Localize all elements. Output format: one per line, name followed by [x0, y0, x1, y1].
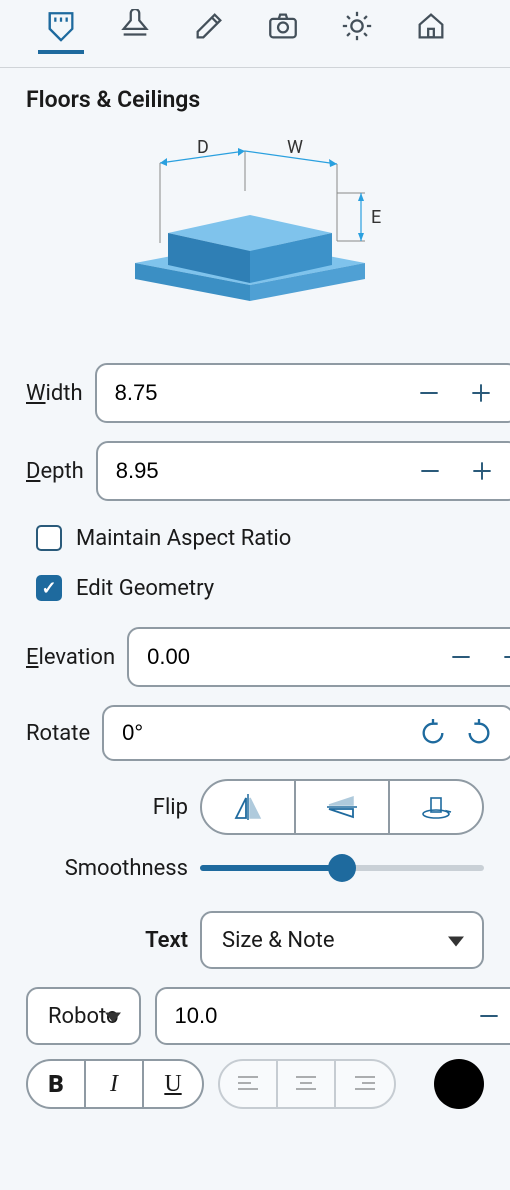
- depth-label: Depth: [26, 459, 84, 484]
- caret-down-icon: [448, 928, 464, 953]
- tab-light[interactable]: [338, 14, 376, 52]
- text-mode-value: Size & Note: [222, 928, 335, 953]
- floor-diagram: D W E: [0, 123, 510, 363]
- tab-measure[interactable]: [42, 14, 80, 52]
- edit-geometry-label: Edit Geometry: [76, 576, 214, 601]
- depth-stepper: [96, 441, 510, 501]
- tab-home[interactable]: [412, 14, 450, 52]
- elevation-stepper: [127, 627, 510, 687]
- caret-down-icon: [105, 1004, 121, 1029]
- elevation-input[interactable]: [147, 644, 435, 670]
- flip-rotate-3d-button[interactable]: [390, 781, 482, 833]
- flip-vertical-button[interactable]: [296, 781, 390, 833]
- text-align-group: [218, 1059, 396, 1109]
- tab-draw[interactable]: [190, 14, 228, 52]
- dim-d-label: D: [197, 137, 209, 158]
- font-size-stepper: [155, 987, 510, 1045]
- edit-geometry-checkbox[interactable]: [36, 575, 62, 601]
- width-decrement[interactable]: [403, 365, 455, 421]
- italic-button[interactable]: I: [86, 1061, 144, 1107]
- bold-button[interactable]: B: [28, 1061, 86, 1107]
- depth-increment[interactable]: [456, 443, 508, 499]
- depth-decrement[interactable]: [404, 443, 456, 499]
- smoothness-label: Smoothness: [26, 856, 188, 881]
- align-left-button[interactable]: [220, 1061, 278, 1107]
- width-label: Width: [26, 381, 83, 406]
- rotate-cw-button[interactable]: [410, 719, 456, 747]
- dim-w-label: W: [287, 137, 303, 158]
- text-mode-select[interactable]: Size & Note: [200, 911, 484, 969]
- rotate-label: Rotate: [26, 721, 90, 746]
- rotate-input[interactable]: [122, 720, 410, 746]
- text-style-group: B I U: [26, 1059, 204, 1109]
- maintain-aspect-label: Maintain Aspect Ratio: [76, 526, 291, 551]
- underline-button[interactable]: U: [144, 1061, 202, 1107]
- tab-bar: [0, 0, 510, 68]
- rotate-field: [102, 705, 510, 761]
- flip-horizontal-button[interactable]: [202, 781, 296, 833]
- elevation-increment[interactable]: [487, 629, 510, 685]
- elevation-decrement[interactable]: [435, 629, 487, 685]
- font-select[interactable]: Roboto: [26, 987, 141, 1045]
- align-center-button[interactable]: [278, 1061, 336, 1107]
- width-increment[interactable]: [455, 365, 507, 421]
- width-input[interactable]: [115, 380, 403, 406]
- width-stepper: [95, 363, 510, 423]
- elevation-label: Elevation: [26, 645, 115, 670]
- rotate-ccw-button[interactable]: [456, 719, 502, 747]
- tab-stamp[interactable]: [116, 14, 154, 52]
- font-size-input[interactable]: [175, 1003, 463, 1029]
- text-color-swatch[interactable]: [434, 1059, 484, 1109]
- dim-e-label: E: [371, 207, 381, 228]
- panel-title: Floors & Ceilings: [0, 68, 510, 123]
- align-right-button[interactable]: [336, 1061, 394, 1107]
- text-label: Text: [26, 928, 188, 953]
- tab-camera[interactable]: [264, 14, 302, 52]
- smoothness-thumb[interactable]: [328, 854, 356, 882]
- flip-label: Flip: [26, 795, 188, 820]
- depth-input[interactable]: [116, 458, 404, 484]
- font-size-decrement[interactable]: [463, 989, 510, 1043]
- maintain-aspect-checkbox[interactable]: [36, 525, 62, 551]
- flip-group: [200, 779, 484, 835]
- smoothness-slider[interactable]: [200, 853, 484, 883]
